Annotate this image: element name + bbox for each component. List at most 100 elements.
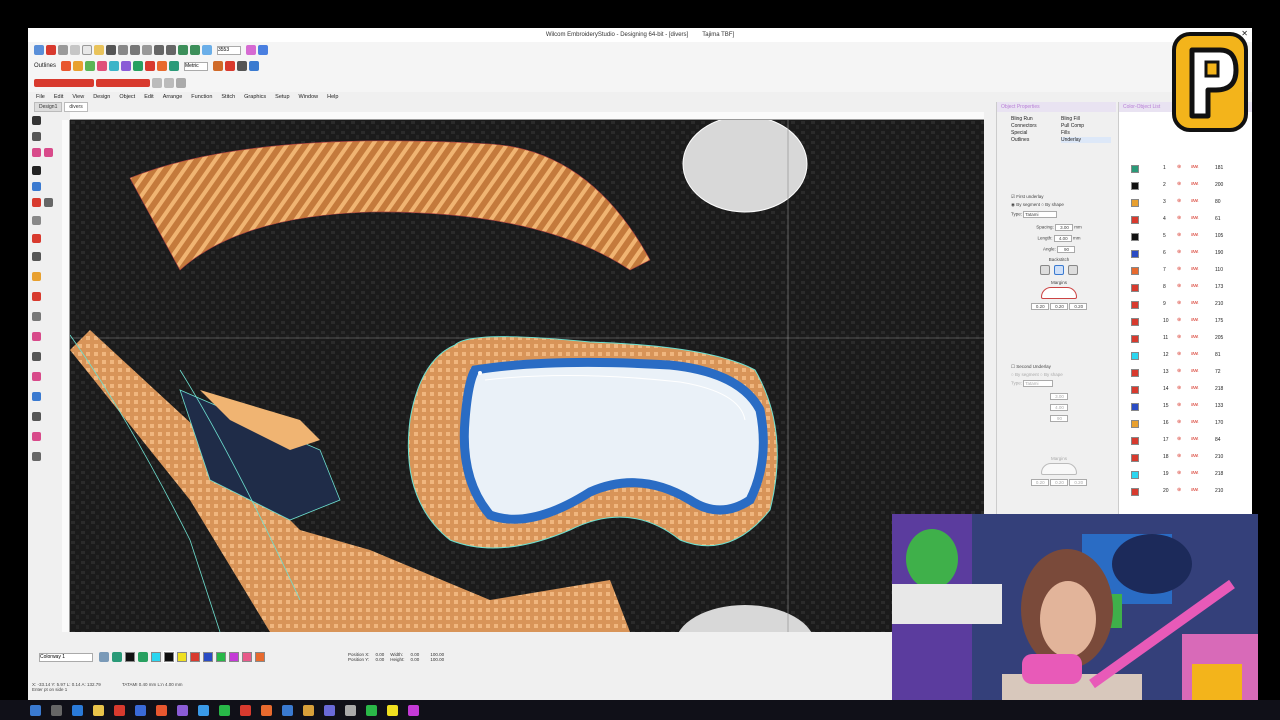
menu-graphics[interactable]: Graphics (244, 94, 266, 100)
menu-design[interactable]: Design (93, 94, 110, 100)
colorway-icon[interactable] (99, 652, 109, 662)
menu-view[interactable]: View (72, 94, 84, 100)
closest-join-icon[interactable] (32, 452, 41, 461)
color-object-row[interactable]: 17 ⊛ ʍʍ 84 (1119, 434, 1253, 451)
backstitch-none-icon[interactable] (1040, 265, 1050, 275)
outline-tool-4-icon[interactable] (97, 61, 108, 71)
outline-tool-8-icon[interactable] (145, 61, 156, 71)
obs-icon[interactable] (408, 704, 419, 716)
pin-icon[interactable] (58, 45, 68, 55)
color-object-row[interactable]: 15 ⊛ ʍʍ 133 (1119, 400, 1253, 417)
color-object-row[interactable]: 12 ⊛ ʍʍ 81 (1119, 349, 1253, 366)
menu-window[interactable]: Window (299, 94, 319, 100)
second-margin-input-3[interactable]: 0.20 (1069, 479, 1088, 486)
color-object-row[interactable]: 3 ⊛ ʍʍ 80 (1119, 196, 1253, 213)
color-object-row[interactable]: 13 ⊛ ʍʍ 72 (1119, 366, 1253, 383)
ellipse-tool-icon[interactable] (44, 198, 53, 207)
swatch-blue[interactable] (203, 652, 213, 662)
transform-icon[interactable] (152, 78, 162, 88)
menu-arrange[interactable]: Arrange (163, 94, 183, 100)
second-margin-input-1[interactable]: 0.20 (1030, 479, 1049, 486)
units-select[interactable]: Metric (184, 61, 209, 71)
print-icon[interactable] (118, 45, 128, 55)
task-view-icon[interactable] (51, 704, 62, 716)
export-icon[interactable] (190, 45, 200, 55)
zoom-select[interactable]: 3553 (217, 45, 241, 55)
digitize-2-icon[interactable] (44, 148, 53, 157)
margin-input-1[interactable]: 0.20 (1030, 303, 1049, 310)
length-input[interactable]: 4.00 (1053, 235, 1072, 242)
second-type-select[interactable]: Tatami (1023, 380, 1054, 387)
mirror-icon[interactable] (225, 61, 236, 71)
copy-icon[interactable] (70, 45, 80, 55)
menu-object[interactable]: Object (119, 94, 135, 100)
scale-y-value[interactable]: 100.00 (430, 657, 444, 662)
margin-input-2[interactable]: 0.20 (1050, 303, 1068, 310)
swatch-pink[interactable] (242, 652, 252, 662)
color-object-row[interactable]: 8 ⊛ ʍʍ 173 (1119, 281, 1253, 298)
tab-bling-run[interactable]: Bling Run (1011, 116, 1061, 122)
color-object-row[interactable]: 1 ⊛ ʍʍ 181 (1119, 162, 1253, 179)
menu-function[interactable]: Function (191, 94, 212, 100)
outline-tool-10-icon[interactable] (169, 61, 180, 71)
knife-icon[interactable] (32, 352, 41, 361)
backstitch-single-icon[interactable] (1054, 265, 1064, 275)
color-object-row[interactable]: 10 ⊛ ʍʍ 175 (1119, 315, 1253, 332)
fill-holes-icon[interactable] (32, 412, 41, 421)
menu-edit[interactable]: Edit (54, 94, 63, 100)
app-icon-3[interactable] (156, 704, 167, 716)
app-icon-2[interactable] (135, 704, 146, 716)
explorer-icon[interactable] (93, 704, 104, 716)
select-arrow-icon[interactable] (32, 116, 41, 125)
tab-connectors[interactable]: Connectors (1011, 123, 1061, 129)
position-y-value[interactable]: 0.00 (376, 657, 385, 662)
swatch-black[interactable] (125, 652, 135, 662)
cut-icon[interactable] (130, 45, 140, 55)
stitch-player-icon[interactable] (258, 45, 268, 55)
swatch-yellow[interactable] (177, 652, 187, 662)
swatch-red[interactable] (190, 652, 200, 662)
color-object-row[interactable]: 9 ⊛ ʍʍ 210 (1119, 298, 1253, 315)
wilcom-icon[interactable] (46, 45, 56, 55)
swatch-orange[interactable] (255, 652, 265, 662)
new-file-icon[interactable] (82, 45, 92, 55)
undo-icon[interactable] (154, 45, 164, 55)
branding-icon[interactable] (32, 292, 41, 301)
color-object-row[interactable]: 20 ⊛ ʍʍ 210 (1119, 485, 1253, 502)
outline-tool-1-icon[interactable] (61, 61, 72, 71)
tab-fills[interactable]: Fills (1061, 130, 1111, 136)
outline-tool-5-icon[interactable] (109, 61, 120, 71)
digitize-icon[interactable] (32, 148, 41, 157)
second-underlay-mode[interactable]: ○ By segment ○ By shape (1011, 372, 1107, 377)
color-object-row[interactable]: 5 ⊛ ʍʍ 105 (1119, 230, 1253, 247)
applique-icon[interactable] (32, 272, 41, 281)
zoom-icon[interactable] (202, 45, 212, 55)
margin-input-3[interactable]: 0.20 (1069, 303, 1088, 310)
type-select[interactable]: Tatami (1023, 211, 1058, 218)
swatch-selected[interactable] (163, 651, 175, 663)
outline-tool-2-icon[interactable] (73, 61, 84, 71)
stitch-types-strip-icon[interactable] (34, 79, 94, 87)
break-apart-icon[interactable] (32, 372, 41, 381)
measure-icon[interactable] (32, 312, 41, 321)
premiere-icon[interactable] (324, 704, 335, 716)
app-icon-5[interactable] (198, 704, 209, 716)
save-icon[interactable] (106, 45, 116, 55)
shape-tool-icon[interactable] (32, 216, 41, 225)
tab-pull-comp[interactable]: Pull Comp (1061, 123, 1111, 129)
design-canvas[interactable] (70, 120, 984, 632)
align-icon[interactable] (213, 61, 224, 71)
app-icon-1[interactable] (114, 704, 125, 716)
tab-bling-fill[interactable]: Bling Fill (1061, 116, 1111, 122)
menu-stitch[interactable]: Stitch (221, 94, 235, 100)
menu-setup[interactable]: Setup (275, 94, 289, 100)
color-icon[interactable] (246, 45, 256, 55)
color-object-row[interactable]: 14 ⊛ ʍʍ 218 (1119, 383, 1253, 400)
outline-tool-7-icon[interactable] (133, 61, 144, 71)
node-tool-icon[interactable] (32, 252, 41, 261)
stitch-edit-icon[interactable] (32, 332, 41, 341)
hoop-tool-icon[interactable] (32, 392, 41, 401)
add-color-icon[interactable] (138, 652, 148, 662)
snap-icon[interactable] (176, 78, 186, 88)
rotate-icon[interactable] (164, 78, 174, 88)
